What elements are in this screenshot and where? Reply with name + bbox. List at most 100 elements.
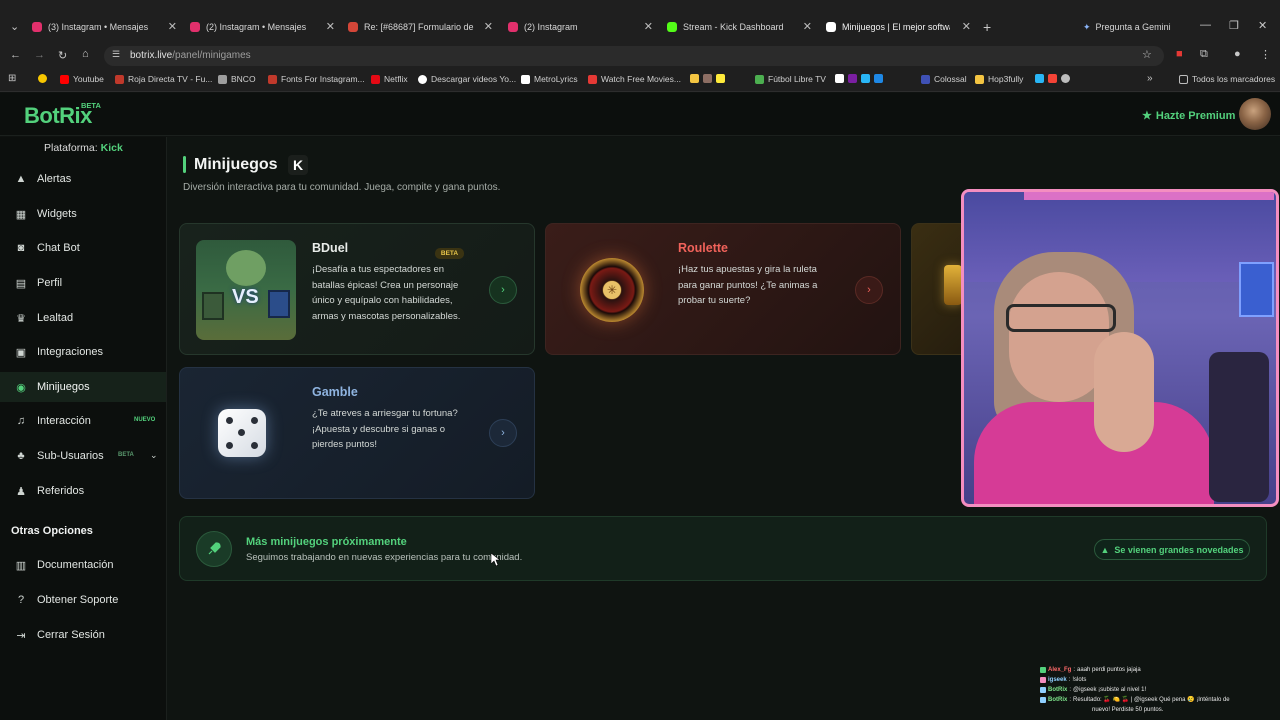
bookmark-item[interactable]: Fonts For Instagram... [268,74,365,84]
vs-text: VS [232,286,259,308]
sidebar-item-perfil[interactable]: ▤ Perfil [0,268,166,298]
gemini-icon: ✦ [1083,21,1091,32]
minimize-icon[interactable]: — [1200,19,1211,31]
apps-grid-icon[interactable]: ⊞ [8,73,16,84]
gamble-open-button[interactable]: › [489,419,517,447]
bookmark-item[interactable]: Youtube [60,74,104,84]
browser-tab-4[interactable]: (2) Instagram ✕ [508,17,653,37]
help-icon: ? [17,594,25,606]
tab-label: Stream - Kick Dashboard [683,22,784,32]
sidebar-item-alertas[interactable]: ▲ Alertas [0,164,166,194]
reload-icon[interactable]: ↻ [58,49,67,62]
chat-badge-icon [1040,697,1046,703]
instagram-icon [508,22,518,32]
sidebar-item-label: Chat Bot [37,242,80,254]
sidebar-item-label: Alertas [37,173,72,185]
avatar[interactable] [1239,98,1271,130]
close-tab-icon[interactable]: ✕ [644,20,653,33]
sidebar-item-sub-usuarios[interactable]: ♣ Sub-Usuarios [0,441,166,471]
close-tab-icon[interactable]: ✕ [326,20,335,33]
chat-badge-icon [1040,677,1046,683]
bookmark-icons-group-3[interactable] [1035,74,1074,83]
bookmark-item[interactable] [38,74,51,83]
sidebar-item-lealtad[interactable]: ♛ Lealtad [0,303,166,333]
sidebar-item-label: Documentación [37,559,114,571]
star-icon: ★ [1142,110,1152,122]
chat-line: igseek: !slots [1040,675,1280,685]
browser-tab-6[interactable]: Minijuegos | El mejor software ✕ [826,17,971,37]
menu-kebab-icon[interactable]: ⋮ [1260,48,1271,61]
users-icon: ♣ [17,450,25,462]
integrations-icon: ▣ [15,346,27,359]
roulette-title: Roulette [678,241,728,255]
bookmark-item[interactable]: Watch Free Movies... [588,74,681,84]
extension-icon[interactable]: ■ [1176,48,1183,60]
logo-beta-badge: BETA [81,101,101,110]
tab-search-icon[interactable]: ⌄ [10,20,19,33]
sidebar-item-chat-bot[interactable]: ◙ Chat Bot [0,233,166,263]
beta-badge: BETA [435,248,464,259]
chat-line: Alex_Fg: aaah perdi puntos jajaja [1040,665,1280,675]
sidebar-item-cerrar-sesion[interactable]: ⇥ Cerrar Sesión [0,620,166,650]
document-icon: ▥ [15,559,27,572]
profile-icon[interactable]: ● [1234,48,1241,60]
browser-tab-1[interactable]: (3) Instagram • Mensajes ✕ [32,17,177,37]
new-tab-icon[interactable]: + [983,19,991,35]
close-tab-icon[interactable]: ✕ [803,20,812,33]
close-tab-icon[interactable]: ✕ [484,20,493,33]
bduel-description: ¡Desafía a tus espectadores en batallas … [312,264,461,322]
close-tab-icon[interactable]: ✕ [168,20,177,33]
more-bookmarks-icon[interactable]: » [1147,73,1153,84]
bell-icon: ▲ [1100,544,1110,555]
sidebar-item-referidos[interactable]: ♟ Referidos [0,476,166,506]
sidebar-item-label: Perfil [37,277,63,289]
bookmark-item[interactable]: MetroLyrics [521,74,578,84]
page-title: Minijuegos [194,156,278,173]
home-icon[interactable]: ⌂ [82,48,89,60]
extensions-puzzle-icon[interactable]: ⧉ [1200,48,1208,61]
maximize-icon[interactable]: ❐ [1229,19,1239,32]
browser-tab-3[interactable]: Re: [#68687] Formulario de cor ✕ [348,17,493,37]
bookmark-item[interactable]: Roja Directa TV - Fu... [115,74,212,84]
sidebar-item-soporte[interactable]: ? Obtener Soporte [0,585,166,615]
sidebar-item-integraciones[interactable]: ▣ Integraciones [0,337,166,367]
sidebar-item-minijuegos[interactable]: ◉ Minijuegos [0,372,166,402]
folder-icon [1179,74,1188,84]
bookmark-item[interactable]: Hop3fully [975,74,1023,84]
gamble-title: Gamble [312,385,358,399]
emoji-icon [38,74,47,83]
bduel-title: BDuel [312,241,349,255]
chevron-down-icon[interactable]: ⌄ [150,450,158,461]
title-accent [183,156,186,173]
browser-tab-5[interactable]: Stream - Kick Dashboard ✕ [667,17,812,37]
back-icon[interactable]: ← [10,49,21,61]
kick-icon: K [288,155,308,175]
bduel-open-button[interactable]: › [489,276,517,304]
site-info-icon[interactable]: ☰ [112,49,120,60]
bookmark-item[interactable]: Fútbol Libre TV [755,74,826,84]
close-window-icon[interactable]: ✕ [1258,19,1267,32]
close-tab-icon[interactable]: ✕ [962,20,971,33]
gemini-button[interactable]: ✦ Pregunta a Gemini [1083,17,1183,37]
roulette-open-button[interactable]: › [855,276,883,304]
sidebar-item-label: Integraciones [37,346,104,358]
bookmark-icons-group[interactable] [690,74,729,83]
platform-indicator: Plataforma: Kick [44,142,123,154]
bookmark-icons-group-2[interactable] [835,74,887,83]
sidebar-item-documentacion[interactable]: ▥ Documentación [0,550,166,580]
trophy-icon: ♛ [16,312,26,325]
all-bookmarks-button[interactable]: Todos los marcadores [1179,74,1275,84]
bookmark-star-icon[interactable]: ☆ [1142,48,1152,61]
url-input[interactable] [104,46,1164,66]
bookmark-item[interactable]: BNCO [218,74,256,84]
sidebar-item-widgets[interactable]: ▦ Widgets [0,199,166,229]
bookmark-item[interactable]: Colossal [921,74,967,84]
news-button[interactable]: ▲ Se vienen grandes novedades [1094,539,1250,560]
sidebar-item-label: Widgets [37,208,77,220]
bookmark-item[interactable]: Descargar videos Yo... [418,74,516,84]
bookmark-item[interactable]: Netflix [371,74,408,84]
forward-icon[interactable]: → [34,49,45,61]
premium-button[interactable]: ★ Hazte Premium [1142,109,1235,123]
hand [1094,332,1154,452]
browser-tab-2[interactable]: (2) Instagram • Mensajes ✕ [190,17,335,37]
